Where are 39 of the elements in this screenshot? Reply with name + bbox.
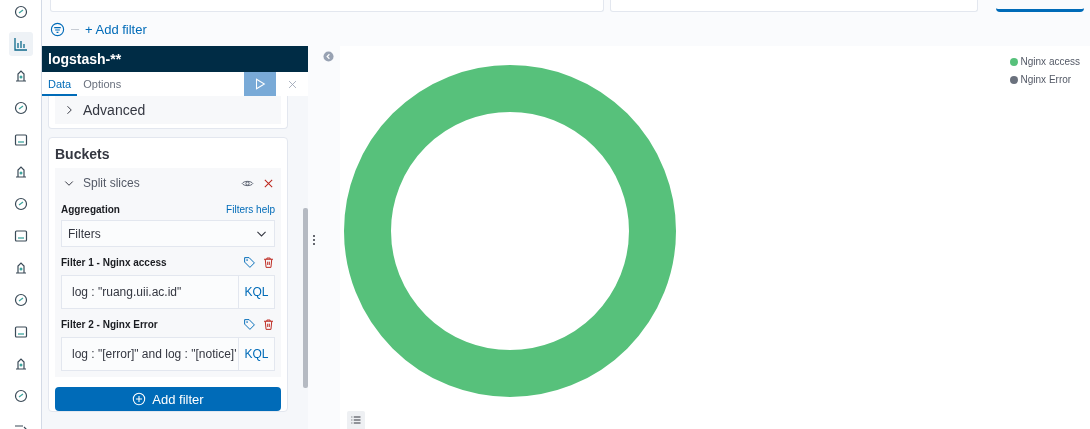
filters-help-link[interactable]: Filters help (226, 203, 275, 215)
resize-handle-icon[interactable] (312, 234, 316, 246)
nav-app-icon[interactable] (12, 292, 29, 308)
aggregation-label: Aggregation (61, 203, 120, 215)
time-field[interactable] (610, 0, 978, 12)
filter-icon[interactable] (50, 21, 65, 37)
nav-app-icon[interactable] (12, 228, 29, 244)
play-icon (253, 77, 267, 91)
query-input[interactable]: log : "ruang.uii.ac.id" KQL (61, 275, 275, 309)
query-input[interactable]: log : "[error]" and log : "[notice]' KQL (61, 337, 275, 371)
legend-toggle-button[interactable] (347, 411, 365, 429)
nav-app-icon[interactable] (12, 132, 29, 148)
trash-icon[interactable] (262, 255, 275, 269)
tag-icon[interactable] (243, 317, 256, 331)
trash-icon[interactable] (262, 317, 275, 331)
query-field[interactable] (50, 0, 604, 12)
nav-app-icon[interactable] (12, 196, 29, 212)
advanced-toggle[interactable]: Advanced (83, 102, 146, 118)
legend-label[interactable]: Nginx Error (1020, 74, 1072, 85)
aggregation-select[interactable]: Filters (61, 220, 275, 247)
editor-tab[interactable]: Options (77, 72, 128, 96)
filter-label: Filter 2 - Nginx Error (61, 318, 158, 330)
legend-label[interactable]: Nginx access (1020, 56, 1080, 67)
filter-label: Filter 1 - Nginx access (61, 256, 167, 268)
scrollbar[interactable] (303, 208, 308, 388)
add-filter-button[interactable]: Add filter (55, 387, 281, 411)
buckets-title: Buckets (55, 146, 111, 164)
nav-app-icon[interactable] (12, 100, 29, 116)
add-filter-link[interactable]: + Add filter (85, 21, 147, 37)
plus-circle-icon (132, 392, 147, 406)
query-language-button[interactable]: KQL (238, 276, 274, 308)
tag-icon[interactable] (243, 255, 256, 269)
nav-app-icon[interactable] (8, 32, 33, 56)
query-language-button[interactable]: KQL (238, 338, 274, 370)
split-slices-toggle[interactable]: Split slices (83, 176, 140, 190)
index-pattern-title: logstash-** (42, 46, 308, 72)
nav-app-icon[interactable] (12, 4, 29, 20)
nav-app-icon[interactable] (12, 324, 29, 340)
nav-app-icon[interactable] (12, 388, 29, 404)
